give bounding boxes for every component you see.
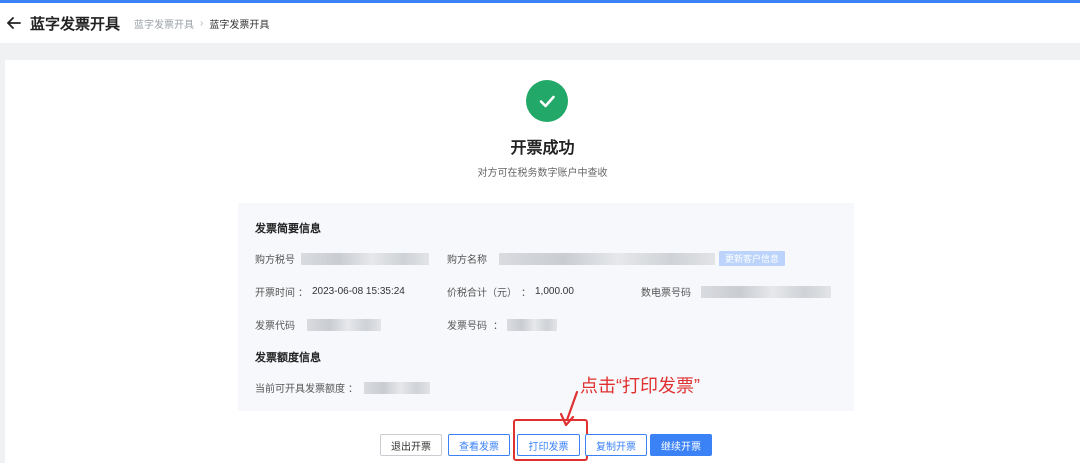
total-label: 价税合计（元） (447, 288, 517, 299)
invoice-code-redacted (307, 318, 381, 331)
invoice-no-label: 发票号码 (447, 321, 487, 332)
exit-invoice-button[interactable]: 退出开票 (380, 434, 442, 456)
buyer-tax-redacted (301, 252, 429, 265)
page-header: 蓝字发票开具 蓝字发票开具 › 蓝字发票开具 (0, 3, 1080, 43)
invoice-code-label: 发票代码 (255, 321, 295, 332)
continue-invoice-button[interactable]: 继续开票 (650, 434, 712, 456)
buyer-name-label: 购方名称 (447, 255, 487, 266)
buyer-name-redacted (499, 252, 715, 265)
buyer-tax-label: 购方税号 (255, 255, 295, 266)
breadcrumb: 蓝字发票开具 › 蓝字发票开具 (134, 16, 269, 31)
buyer-tax-field: 购方税号 (255, 251, 429, 266)
action-bar: 退出开票 查看发票 打印发票 复制开票 继续开票 (5, 434, 1080, 458)
e-invoice-no-label: 数电票号码 (641, 288, 691, 299)
current-quota-label: 当前可开具发票额度 (255, 384, 345, 395)
breadcrumb-item-parent[interactable]: 蓝字发票开具 (134, 16, 194, 31)
invoice-no-field: 发票号码 ： (447, 317, 557, 332)
back-arrow-icon[interactable] (6, 15, 22, 31)
success-title: 开票成功 (510, 140, 575, 157)
invoice-code-field: 发票代码 (255, 317, 381, 332)
breadcrumb-item-current: 蓝字发票开具 (209, 19, 270, 31)
issue-time-value: 2023-06-08 15:35:24 (312, 286, 405, 297)
update-customer-button[interactable]: 更新客户信息 (719, 251, 786, 266)
current-quota-redacted (364, 381, 430, 394)
e-invoice-no-redacted (701, 285, 831, 298)
issue-time-label: 开票时间 (255, 288, 295, 299)
quota-section-title: 发票额度信息 (255, 352, 321, 364)
invoice-no-redacted (507, 318, 557, 331)
annotation-text: 点击“打印发票” (580, 376, 700, 396)
total-field: 价税合计（元） ： 1,000.00 (447, 286, 574, 299)
invoice-info-panel: 发票简要信息 购方税号 购方名称 更新客户信息 开票时间 ： 2023-06-0… (238, 203, 854, 411)
result-card: 开票成功 对方可在税务数字账户中查收 发票简要信息 购方税号 购方名称 更新客户… (5, 60, 1080, 463)
chevron-right-icon: › (200, 17, 204, 29)
total-value: 1,000.00 (535, 286, 574, 297)
summary-section-title: 发票简要信息 (255, 223, 321, 235)
buyer-name-field: 购方名称 更新客户信息 (447, 251, 786, 266)
success-check-icon (526, 80, 568, 122)
page-title: 蓝字发票开具 (30, 15, 121, 33)
print-invoice-button[interactable]: 打印发票 (517, 434, 580, 456)
copy-invoice-button[interactable]: 复制开票 (585, 434, 647, 456)
view-invoice-button[interactable]: 查看发票 (448, 434, 510, 456)
e-invoice-no-field: 数电票号码 (641, 284, 831, 299)
success-subtitle: 对方可在税务数字账户中查收 (477, 168, 608, 179)
issue-time-field: 开票时间 ： 2023-06-08 15:35:24 (255, 286, 405, 299)
current-quota-field: 当前可开具发票额度 ： (255, 380, 430, 395)
